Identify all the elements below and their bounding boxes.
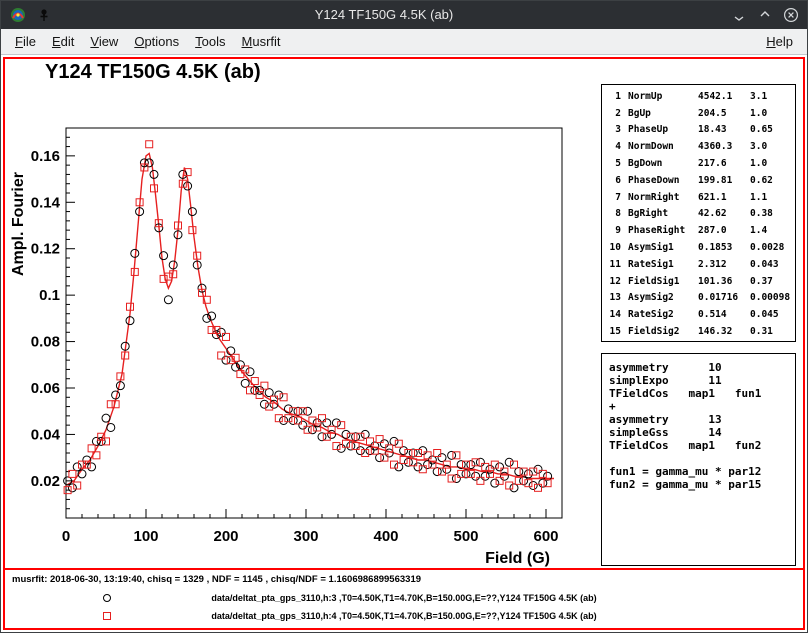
legend-row: data/deltat_pta_gps_3110,h:4 ,T0=4.50K,T… (5, 607, 803, 625)
plot-svg[interactable]: 0 100 200 300 400 500 600 0.02 0.04 0.06 0.08 0.1 0.… (5, 59, 605, 570)
svg-text:0.16: 0.16 (31, 148, 60, 165)
svg-text:600: 600 (533, 528, 558, 545)
menu-edit[interactable]: Edit (44, 31, 82, 52)
theory-line: asymmetry 13 (609, 413, 795, 426)
pin-icon[interactable] (35, 6, 53, 24)
svg-text:0.1: 0.1 (39, 287, 60, 304)
theory-line: simpleGss 14 (609, 426, 795, 439)
window-title: Y124 TF150G 4.5K (ab) (61, 1, 707, 29)
menu-tools[interactable]: Tools (187, 31, 233, 52)
theory-line: fun1 = gamma_mu * par12 (609, 465, 795, 478)
menu-view[interactable]: View (82, 31, 126, 52)
svg-text:200: 200 (213, 528, 238, 545)
param-row: 6PhaseDown199.810.62 (607, 172, 795, 189)
param-row: 1NormUp4542.13.1 (607, 88, 795, 105)
theory-line: simplExpo 11 (609, 374, 795, 387)
svg-text:Field (G): Field (G) (485, 550, 550, 567)
info-pad: musrfit: 2018-06-30, 13:19:40, chisq = 1… (5, 568, 803, 628)
theory-line: + (609, 400, 795, 413)
svg-text:0.08: 0.08 (31, 334, 60, 351)
legend-text: data/deltat_pta_gps_3110,h:3 ,T0=4.50K,T… (5, 589, 803, 607)
legend-row: data/deltat_pta_gps_3110,h:3 ,T0=4.50K,T… (5, 589, 803, 607)
theory-line: TFieldCos map1 fun1 (609, 387, 795, 400)
param-row: 10AsymSig10.18530.0028 (607, 239, 795, 256)
param-row: 3PhaseUp18.430.65 (607, 122, 795, 139)
param-row: 7NormRight621.11.1 (607, 189, 795, 206)
menu-items: FileEditViewOptionsToolsMusrfit (7, 31, 289, 52)
param-row: 15FieldSig2146.320.31 (607, 323, 795, 340)
menu-musrfit[interactable]: Musrfit (234, 31, 289, 52)
menu-file[interactable]: File (7, 31, 44, 52)
theory-line: asymmetry 10 (609, 361, 795, 374)
menubar: FileEditViewOptionsToolsMusrfit Help (1, 29, 807, 55)
theory-line: fun2 = gamma_mu * par15 (609, 478, 795, 491)
svg-text:0.06: 0.06 (31, 380, 60, 397)
svg-text:0: 0 (62, 528, 70, 545)
param-row: 2BgUp204.51.0 (607, 105, 795, 122)
application-window: { "window": { "title": "Y124 TF150G 4.5K… (0, 0, 808, 633)
svg-text:100: 100 (133, 528, 158, 545)
plot-pad: Y124 TF150G 4.5K (ab) 010020030040050060… (5, 59, 803, 568)
root-canvas[interactable]: Y124 TF150G 4.5K (ab) 010020030040050060… (3, 57, 805, 630)
svg-text:0.12: 0.12 (31, 241, 60, 258)
close-button[interactable] (781, 5, 801, 25)
fit-stats: musrfit: 2018-06-30, 13:19:40, chisq = 1… (12, 574, 421, 585)
menu-options[interactable]: Options (126, 31, 187, 52)
param-row: 12FieldSig1101.360.37 (607, 273, 795, 290)
menu-help[interactable]: Help (758, 31, 801, 52)
param-row: 5BgDown217.61.0 (607, 155, 795, 172)
param-row: 9PhaseRight287.01.4 (607, 222, 795, 239)
theory-line: TFieldCos map1 fun2 (609, 439, 795, 452)
svg-text:Ampl. Fourier: Ampl. Fourier (10, 172, 27, 276)
param-row: 4NormDown4360.33.0 (607, 138, 795, 155)
theory-line (609, 452, 795, 465)
param-row: 14RateSig20.5140.045 (607, 306, 795, 323)
maximize-button[interactable] (755, 5, 775, 25)
svg-text:500: 500 (453, 528, 478, 545)
titlebar: Y124 TF150G 4.5K (ab) (1, 1, 807, 29)
minimize-button[interactable] (729, 5, 749, 25)
svg-text:400: 400 (373, 528, 398, 545)
svg-text:0.14: 0.14 (31, 194, 61, 211)
theory-panel: asymmetry 10simplExpo 11TFieldCos map1 f… (601, 353, 796, 566)
svg-text:0.04: 0.04 (31, 426, 61, 443)
param-row: 11RateSig12.3120.043 (607, 256, 795, 273)
parameter-panel: 1NormUp4542.13.12BgUp204.51.03PhaseUp18.… (601, 84, 796, 342)
svg-text:300: 300 (293, 528, 318, 545)
window-controls (729, 1, 801, 29)
svg-text:0.02: 0.02 (31, 473, 60, 490)
legend-text: data/deltat_pta_gps_3110,h:4 ,T0=4.50K,T… (5, 607, 803, 625)
param-row: 13AsymSig20.017160.00098 (607, 290, 795, 307)
param-row: 8BgRight42.620.38 (607, 206, 795, 223)
app-icon[interactable] (9, 6, 27, 24)
